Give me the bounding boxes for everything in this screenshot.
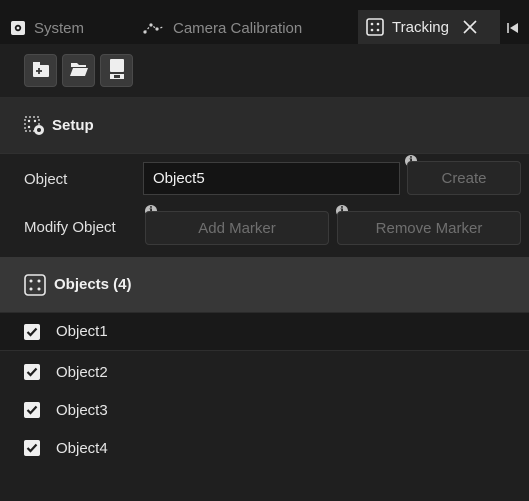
first-tab-icon: [506, 21, 520, 35]
tab-camera-calibration[interactable]: Camera Calibration: [143, 12, 333, 44]
list-item[interactable]: Object3: [0, 391, 529, 429]
gear-icon: [10, 20, 26, 36]
checkbox[interactable]: [24, 402, 40, 418]
list-item[interactable]: Object2: [0, 353, 529, 391]
check-icon: [26, 367, 38, 377]
save-icon: [107, 58, 127, 84]
new-file-icon: [31, 59, 51, 83]
open-folder-icon: [69, 59, 89, 83]
setup-icon: [24, 115, 46, 136]
list-item-label: Object2: [56, 363, 108, 381]
checkbox[interactable]: [24, 323, 40, 340]
tab-scroll-left[interactable]: [506, 12, 529, 44]
list-item-label: Object4: [56, 439, 108, 457]
check-icon: [26, 327, 38, 337]
objects-header: Objects (4): [0, 257, 529, 313]
tab-camera-calibration-label: Camera Calibration: [173, 19, 303, 37]
camera-calibration-icon: [143, 21, 165, 35]
check-icon: [26, 443, 38, 453]
setup-title: Setup: [52, 117, 94, 134]
object-name-value: Object5: [153, 170, 205, 187]
object-name-input[interactable]: Object5: [143, 162, 400, 195]
tab-bar: System Camera Calibration Tracking: [0, 0, 529, 45]
remove-marker-button[interactable]: Remove Marker: [337, 211, 521, 245]
tab-tracking[interactable]: Tracking: [358, 10, 500, 44]
modify-object-label: Modify Object: [24, 219, 116, 236]
setup-header: Setup: [0, 98, 529, 154]
list-item[interactable]: Object4: [0, 429, 529, 467]
tracking-icon: [366, 18, 384, 36]
tab-tracking-label: Tracking: [392, 18, 449, 36]
list-item[interactable]: Object1: [0, 313, 529, 351]
list-item-label: Object1: [56, 323, 108, 340]
list-item-label: Object3: [56, 401, 108, 419]
check-icon: [26, 405, 38, 415]
tab-system-label: System: [34, 19, 85, 37]
new-button[interactable]: [24, 54, 57, 87]
save-button[interactable]: [100, 54, 133, 87]
tab-system[interactable]: System: [10, 12, 120, 44]
close-icon[interactable]: [463, 20, 477, 34]
checkbox[interactable]: [24, 440, 40, 456]
add-marker-button[interactable]: Add Marker: [145, 211, 329, 245]
objects-icon: [24, 273, 46, 296]
checkbox[interactable]: [24, 364, 40, 380]
create-button[interactable]: Create: [407, 161, 521, 195]
open-button[interactable]: [62, 54, 95, 87]
objects-title: Objects (4): [54, 276, 132, 293]
toolbar: [0, 44, 529, 98]
object-label: Object: [24, 171, 68, 188]
